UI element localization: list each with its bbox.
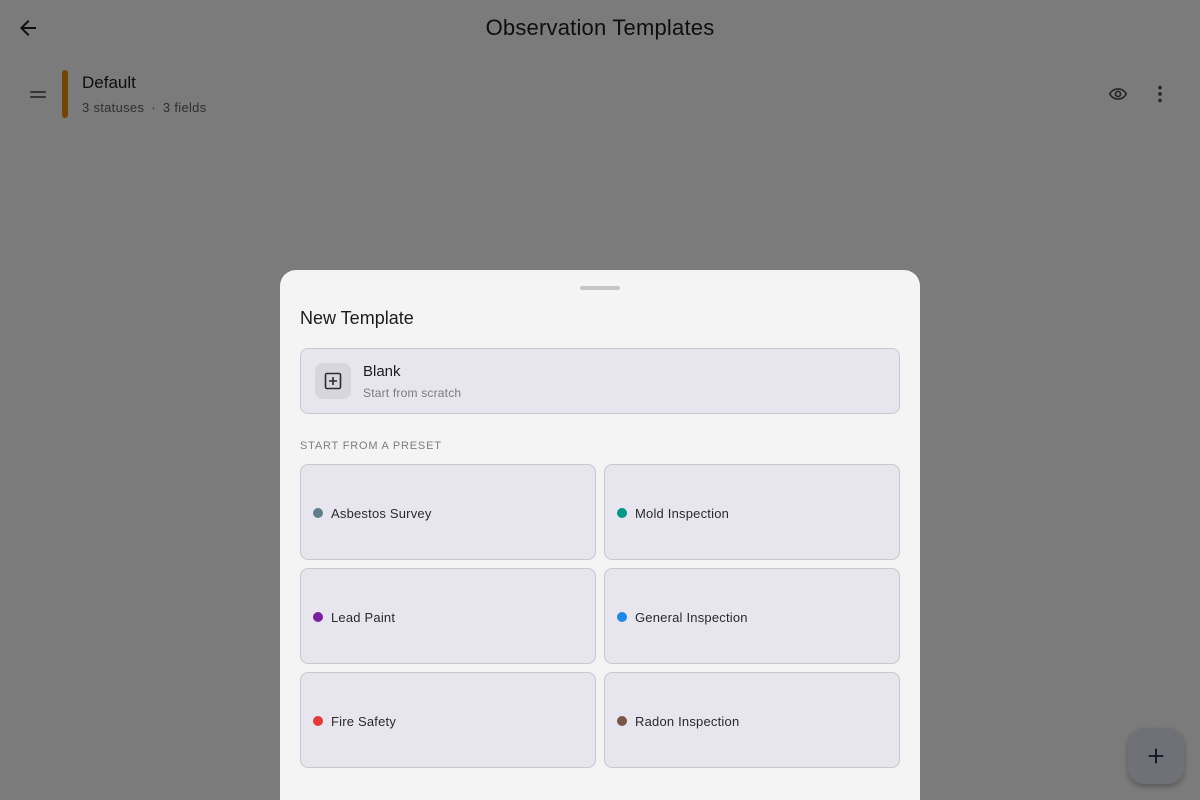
preset-label: Radon Inspection: [635, 714, 740, 729]
preset-color-dot: [313, 612, 323, 622]
preset-color-dot: [617, 716, 627, 726]
preset-lead-paint[interactable]: Lead Paint: [300, 568, 596, 664]
plus-square-icon: [315, 363, 351, 399]
preset-mold-inspection[interactable]: Mold Inspection: [604, 464, 900, 560]
preset-grid: Asbestos Survey Mold Inspection Lead Pai…: [300, 464, 900, 768]
preset-label: Mold Inspection: [635, 506, 730, 521]
blank-subtitle: Start from scratch: [363, 386, 462, 400]
blank-title: Blank: [363, 363, 401, 380]
preset-radon-inspection[interactable]: Radon Inspection: [604, 672, 900, 768]
new-template-sheet: New Template Blank Start from scratch ST…: [280, 270, 920, 800]
preset-asbestos-survey[interactable]: Asbestos Survey: [300, 464, 596, 560]
preset-color-dot: [617, 508, 627, 518]
preset-label: Asbestos Survey: [331, 506, 432, 521]
preset-section-label: START FROM A PRESET: [300, 440, 442, 452]
preset-label: Fire Safety: [331, 714, 397, 729]
blank-template-option[interactable]: Blank Start from scratch: [300, 348, 900, 414]
sheet-title: New Template: [300, 308, 414, 328]
preset-label: General Inspection: [635, 610, 748, 625]
preset-color-dot: [313, 508, 323, 518]
preset-color-dot: [313, 716, 323, 726]
preset-fire-safety[interactable]: Fire Safety: [300, 672, 596, 768]
preset-label: Lead Paint: [331, 610, 396, 625]
preset-color-dot: [617, 612, 627, 622]
preset-general-inspection[interactable]: General Inspection: [604, 568, 900, 664]
sheet-drag-handle[interactable]: [580, 286, 620, 290]
